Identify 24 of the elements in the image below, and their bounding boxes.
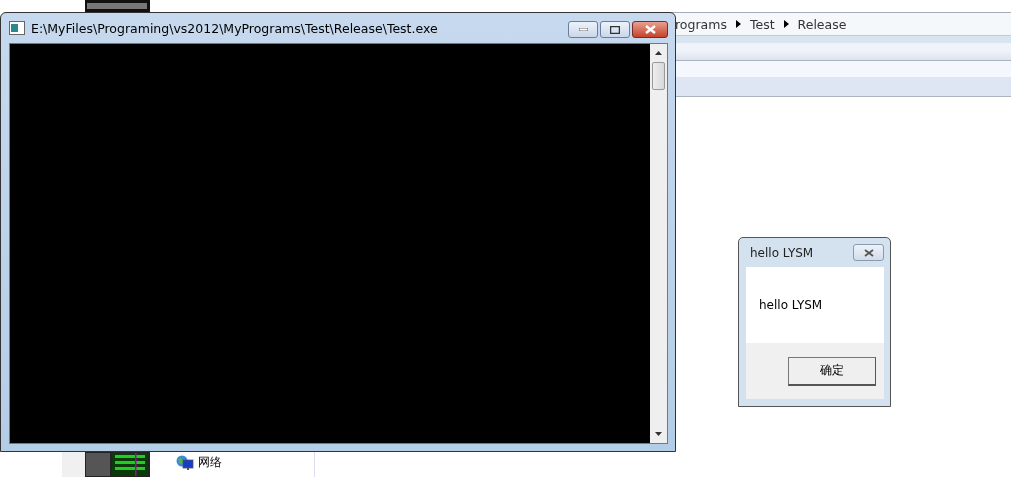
network-icon [176, 454, 194, 471]
close-button[interactable] [632, 21, 668, 38]
scroll-thumb[interactable] [652, 62, 665, 90]
breadcrumb-item[interactable]: Test [749, 16, 775, 32]
scrollbar[interactable] [650, 44, 667, 443]
window-title: E:\MyFiles\Programing\vs2012\MyPrograms\Test\Release\Test.exe [31, 20, 439, 36]
minimize-button[interactable] [568, 21, 598, 38]
restore-button[interactable] [600, 21, 630, 38]
nav-item[interactable]: 网络 [198, 454, 222, 471]
console-icon [9, 21, 25, 35]
scroll-up-icon[interactable] [655, 51, 662, 55]
dialog-message: hello LYSM [759, 298, 823, 312]
close-button[interactable] [853, 244, 884, 261]
close-icon [863, 248, 874, 257]
breadcrumb-item[interactable]: Release [797, 16, 847, 32]
scroll-down-icon[interactable] [655, 432, 662, 436]
minimize-icon [578, 28, 588, 31]
ok-button[interactable]: 确定 [788, 356, 876, 386]
breadcrumb-item[interactable]: rograms [675, 16, 727, 32]
arrow-icon[interactable] [735, 20, 741, 28]
restore-icon [610, 25, 620, 34]
dialog-title: hello LYSM [749, 245, 814, 260]
close-icon [644, 25, 656, 34]
arrow-icon[interactable] [783, 20, 789, 28]
